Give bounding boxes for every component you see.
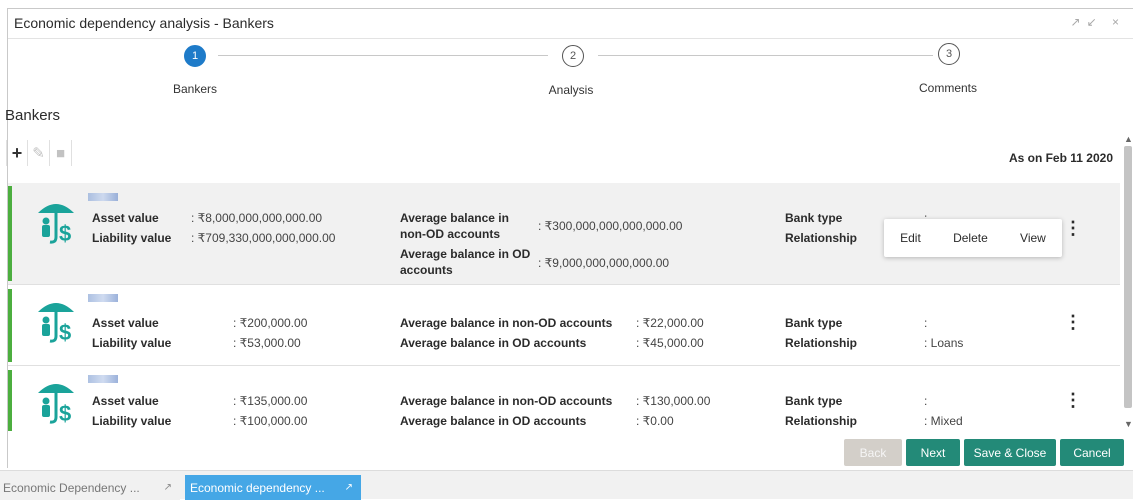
- banker-card[interactable]: $ Asset value : ₹200,000.00 Liability va…: [8, 286, 1120, 366]
- status-bar: [8, 370, 12, 431]
- avg-non-od-value: : ₹22,000.00: [636, 316, 704, 330]
- banker-money-icon: $: [38, 204, 74, 245]
- more-options-icon[interactable]: ⋮: [1064, 313, 1082, 331]
- progress-stepper: 1 2 3 Bankers Analysis Comments: [8, 40, 1133, 102]
- avg-od-label-line2: accounts: [400, 263, 453, 277]
- banker-name-redacted: [88, 375, 118, 383]
- avg-od-value: : ₹0.00: [636, 414, 674, 428]
- bank-type-label: Bank type: [785, 394, 843, 408]
- liability-label: Liability value: [92, 231, 172, 245]
- context-menu-edit[interactable]: Edit: [900, 231, 921, 245]
- step-connector: [218, 55, 548, 56]
- avg-non-od-label-line2: non-OD accounts: [400, 227, 501, 241]
- step-1-indicator[interactable]: 1: [184, 45, 206, 67]
- taskbar-tab-economic-dependency-bankers[interactable]: Economic dependency ... ↗: [185, 475, 361, 500]
- scroll-down-icon[interactable]: ▼: [1124, 419, 1133, 429]
- relationship-label: Relationship: [785, 336, 858, 350]
- taskbar-tab-label: Economic Dependency ...: [3, 480, 140, 495]
- add-icon[interactable]: +: [6, 140, 28, 166]
- save-close-button[interactable]: Save & Close: [964, 439, 1056, 466]
- avg-non-od-label: Average balance in non-OD accounts: [400, 394, 613, 408]
- avg-non-od-value: : ₹300,000,000,000,000.00: [538, 219, 683, 233]
- bank-type-label: Bank type: [785, 211, 843, 225]
- window-controls-icon[interactable]: ↗↙ ×: [1071, 15, 1125, 29]
- relationship-value: : Mixed: [924, 414, 963, 428]
- status-bar: [8, 186, 12, 281]
- asset-value: : ₹135,000.00: [233, 394, 308, 408]
- avg-od-label: Average balance in OD accounts: [400, 336, 587, 350]
- step-connector: [598, 55, 933, 56]
- liability-value: : ₹100,000.00: [233, 414, 308, 428]
- avg-non-od-value: : ₹130,000.00: [636, 394, 711, 408]
- step-3-indicator[interactable]: 3: [938, 43, 960, 65]
- bank-type-label: Bank type: [785, 316, 843, 330]
- liability-label: Liability value: [92, 414, 172, 428]
- avg-od-value: : ₹45,000.00: [636, 336, 704, 350]
- back-button[interactable]: Back: [844, 439, 902, 466]
- asset-label: Asset value: [92, 211, 159, 225]
- avg-non-od-label: Average balance in non-OD accounts: [400, 316, 613, 330]
- asset-value: : ₹8,000,000,000,000.00: [191, 211, 323, 225]
- banker-name-redacted: [88, 193, 118, 201]
- footer-actions: Back Next Save & Close Cancel: [844, 439, 1124, 466]
- bank-type-value: :: [924, 316, 928, 330]
- more-options-icon[interactable]: ⋮: [1064, 391, 1082, 409]
- liability-value: : ₹53,000.00: [233, 336, 301, 350]
- avg-od-label-line1: Average balance in OD: [400, 247, 531, 261]
- as-on-date: As on Feb 11 2020: [1008, 151, 1113, 165]
- avg-non-od-label-line1: Average balance in: [400, 211, 509, 225]
- step-1-label[interactable]: Bankers: [173, 82, 217, 96]
- list-scrollbar[interactable]: ▲ ▼: [1122, 134, 1133, 430]
- relationship-value: : Loans: [924, 336, 964, 350]
- liability-label: Liability value: [92, 336, 172, 350]
- status-bar: [8, 289, 12, 362]
- delete-icon[interactable]: ■: [50, 140, 72, 166]
- avg-od-value: : ₹9,000,000,000,000.00: [538, 256, 670, 270]
- expand-icon[interactable]: ↗: [164, 482, 172, 493]
- window-title: Economic dependency analysis - Bankers: [14, 15, 274, 31]
- cancel-button[interactable]: Cancel: [1060, 439, 1124, 466]
- asset-label: Asset value: [92, 394, 159, 408]
- liability-value: : ₹709,330,000,000,000.00: [191, 231, 336, 245]
- row-context-menu: Edit Delete View: [884, 219, 1062, 257]
- list-toolbar: + ✎ ■: [6, 140, 72, 168]
- relationship-label: Relationship: [785, 414, 858, 428]
- window-taskbar: Economic Dependency ... ↗ Economic depen…: [0, 470, 1133, 500]
- step-3-label[interactable]: Comments: [919, 81, 977, 95]
- scroll-up-icon[interactable]: ▲: [1124, 134, 1133, 144]
- asset-value: : ₹200,000.00: [233, 316, 308, 330]
- context-menu-delete[interactable]: Delete: [953, 231, 988, 245]
- svg-text:$: $: [59, 320, 71, 344]
- banker-money-icon: $: [38, 384, 74, 425]
- svg-text:$: $: [59, 401, 71, 425]
- taskbar-tab-label: Economic dependency ...: [190, 480, 325, 495]
- svg-text:$: $: [59, 221, 71, 245]
- app-window: Economic dependency analysis - Bankers ↗…: [0, 0, 1133, 500]
- banker-money-icon: $: [38, 303, 74, 344]
- expand-icon[interactable]: ↗: [345, 482, 353, 493]
- next-button[interactable]: Next: [906, 439, 960, 466]
- step-2-indicator[interactable]: 2: [562, 45, 584, 67]
- taskbar-tab-economic-dependency[interactable]: Economic Dependency ... ↗: [0, 475, 180, 500]
- step-2-label[interactable]: Analysis: [549, 83, 594, 97]
- banker-card[interactable]: $ Asset value : ₹135,000.00 Liability va…: [8, 367, 1120, 431]
- banker-name-redacted: [88, 294, 118, 302]
- title-bar: Economic dependency analysis - Bankers ↗…: [8, 9, 1133, 39]
- bank-type-value: :: [924, 394, 928, 408]
- context-menu-view[interactable]: View: [1020, 231, 1046, 245]
- more-options-icon[interactable]: ⋮: [1064, 219, 1082, 237]
- section-title: Bankers: [5, 107, 61, 124]
- scroll-thumb[interactable]: [1124, 146, 1132, 408]
- edit-icon[interactable]: ✎: [28, 140, 50, 166]
- avg-od-label: Average balance in OD accounts: [400, 414, 587, 428]
- asset-label: Asset value: [92, 316, 159, 330]
- relationship-label: Relationship: [785, 231, 858, 245]
